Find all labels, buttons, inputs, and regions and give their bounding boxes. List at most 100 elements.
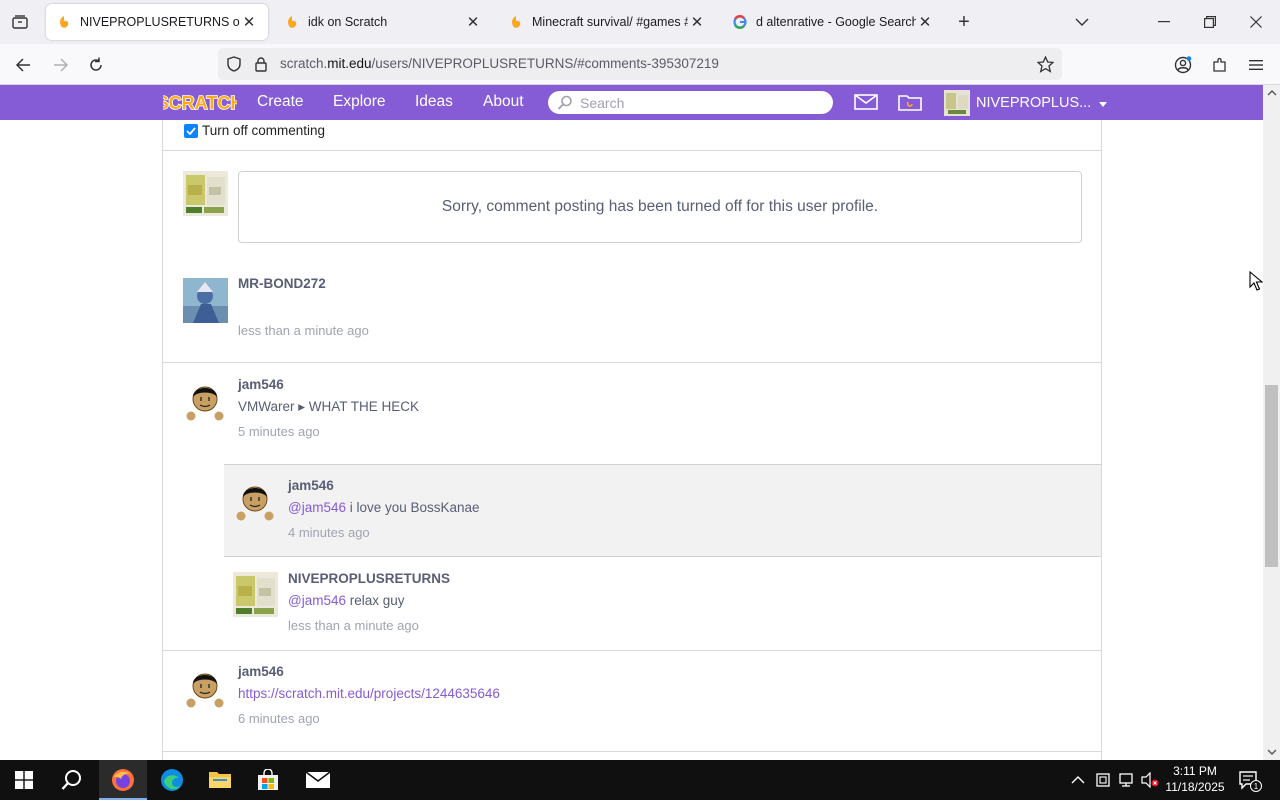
reply-text: @jam546 i love you BossKanae — [288, 500, 480, 515]
scrollbar-thumb[interactable] — [1265, 385, 1278, 567]
my-stuff-folder-icon[interactable] — [898, 92, 922, 115]
current-user-avatar[interactable] — [183, 171, 228, 216]
tab-close-icon[interactable]: ✕ — [240, 13, 258, 31]
scroll-up-arrow-icon[interactable] — [1267, 88, 1277, 98]
comment-timestamp: 5 minutes ago — [238, 424, 320, 439]
user-avatar — [944, 89, 970, 116]
extensions-puzzle-icon[interactable] — [1207, 52, 1233, 78]
search-input[interactable] — [580, 93, 820, 112]
divider — [163, 650, 1101, 651]
network-icon[interactable] — [1116, 770, 1136, 790]
new-tab-plus-icon[interactable]: + — [952, 10, 976, 34]
vertical-scrollbar[interactable] — [1263, 85, 1280, 760]
url-prefix: scratch. — [280, 56, 328, 71]
niveproplusreturns-avatar[interactable] — [233, 572, 278, 617]
checkbox-checked-icon[interactable] — [184, 123, 198, 138]
url-domain: mit.edu — [327, 56, 372, 71]
reload-icon[interactable] — [83, 52, 109, 78]
reply-timestamp: less than a minute ago — [288, 618, 419, 633]
tab-list-icon[interactable] — [6, 10, 34, 34]
url-text[interactable]: scratch.mit.edu/users/NIVEPROPLUSRETURNS… — [280, 56, 719, 71]
tab-niveproplusreturns[interactable]: NIVEPROPLUSRETURNS on Scratch ✕ — [46, 4, 268, 40]
scratch-logo[interactable]: SCRATCH — [163, 90, 237, 114]
taskbar-edge-icon[interactable] — [148, 760, 196, 800]
divider — [224, 464, 1101, 465]
comment-username[interactable]: jam546 — [238, 664, 284, 679]
url-path: /users/NIVEPROPLUSRETURNS/#comments-3953… — [371, 56, 719, 71]
windows-taskbar: 3:11 PM 11/18/2025 1 — [0, 760, 1280, 800]
taskbar-file-explorer-icon[interactable] — [196, 760, 244, 800]
scroll-down-arrow-icon[interactable] — [1267, 747, 1277, 757]
reply-body: relax guy — [345, 593, 405, 608]
bookmark-star-icon[interactable] — [1032, 51, 1058, 77]
taskbar-mail-icon[interactable] — [294, 760, 342, 800]
jam546-avatar[interactable] — [183, 378, 228, 423]
lock-icon[interactable] — [248, 51, 274, 77]
tab-close-icon[interactable]: ✕ — [464, 13, 482, 31]
nav-ideas-link[interactable]: Ideas — [415, 93, 453, 111]
comment-username[interactable]: MR-BOND272 — [238, 276, 326, 291]
notification-center-icon[interactable]: 1 — [1238, 770, 1262, 795]
comment-username[interactable]: jam546 — [238, 377, 284, 392]
reply-username[interactable]: NIVEPROPLUSRETURNS — [288, 571, 450, 586]
show-hidden-icons-chevron-icon[interactable] — [1068, 770, 1088, 790]
tray-device-icon[interactable] — [1093, 770, 1113, 790]
tab-title: idk on Scratch — [308, 15, 388, 29]
taskbar-store-icon[interactable] — [244, 760, 292, 800]
tracking-shield-icon[interactable] — [221, 51, 247, 77]
taskbar-firefox-icon[interactable] — [99, 760, 147, 800]
scratch-favicon-icon — [56, 14, 72, 30]
jam546-avatar[interactable] — [233, 478, 278, 523]
menu-hamburger-icon[interactable] — [1243, 52, 1269, 78]
jam546-avatar[interactable] — [183, 665, 228, 710]
tab-close-icon[interactable]: ✕ — [916, 13, 934, 31]
scratch-logo-text: SCRATCH — [163, 93, 237, 113]
tab-title: NIVEPROPLUSRETURNS on Scratch — [80, 15, 240, 29]
user-account-menu[interactable]: NIVEPROPLUS... — [944, 89, 1108, 116]
clock-time: 3:11 PM — [1173, 764, 1217, 778]
tab-minecraft-survival[interactable]: Minecraft survival/ #games #trending ✕ — [498, 4, 716, 40]
reply-body: i love you BossKanae — [345, 500, 480, 515]
list-all-tabs-chevron-icon[interactable] — [1070, 10, 1094, 34]
reply-username[interactable]: jam546 — [288, 478, 334, 493]
search-icon — [557, 95, 573, 113]
tab-google-search[interactable]: d altenrative - Google Search ✕ — [722, 4, 944, 40]
comment-text: https://scratch.mit.edu/projects/1244635… — [238, 686, 500, 701]
taskbar-search-icon[interactable] — [48, 760, 96, 800]
project-link[interactable]: https://scratch.mit.edu/projects/1244635… — [238, 686, 500, 701]
mention-link[interactable]: @jam546 — [288, 500, 346, 515]
mouse-cursor-icon — [1249, 271, 1263, 291]
nav-about-link[interactable]: About — [483, 93, 524, 111]
nav-create-link[interactable]: Create — [257, 93, 304, 111]
minimize-icon[interactable] — [1150, 8, 1178, 36]
tab-close-icon[interactable]: ✕ — [688, 13, 706, 31]
divider — [224, 556, 1101, 557]
username-label: NIVEPROPLUS... — [976, 94, 1092, 111]
taskbar-clock[interactable]: 3:11 PM 11/18/2025 — [1158, 763, 1232, 795]
turn-off-commenting-checkbox[interactable]: Turn off commenting — [184, 123, 325, 138]
mr-bond272-avatar[interactable] — [183, 278, 228, 323]
start-windows-icon[interactable] — [0, 760, 48, 800]
google-favicon-icon — [732, 14, 748, 30]
comment-timestamp: less than a minute ago — [238, 323, 369, 338]
caret-down-icon — [1099, 95, 1108, 111]
reply-timestamp: 4 minutes ago — [288, 525, 370, 540]
volume-muted-icon[interactable] — [1140, 770, 1160, 790]
tab-title: d altenrative - Google Search — [756, 15, 916, 29]
back-arrow-icon[interactable] — [10, 52, 36, 78]
forward-arrow-icon[interactable] — [48, 52, 74, 78]
comments-panel: Turn off commenting Sorry, comment posti… — [162, 120, 1102, 760]
account-icon[interactable] — [1170, 52, 1196, 78]
restore-icon[interactable] — [1196, 8, 1224, 36]
clock-date: 11/18/2025 — [1165, 780, 1225, 794]
close-window-icon[interactable] — [1242, 8, 1270, 36]
address-bar[interactable]: scratch.mit.edu/users/NIVEPROPLUSRETURNS… — [218, 48, 1062, 80]
messages-envelope-icon[interactable] — [854, 92, 878, 115]
nav-explore-link[interactable]: Explore — [333, 93, 386, 111]
turn-off-commenting-label: Turn off commenting — [202, 123, 326, 138]
tab-idk-on-scratch[interactable]: idk on Scratch ✕ — [274, 4, 492, 40]
scratch-favicon-icon — [284, 14, 300, 30]
mention-link[interactable]: @jam546 — [288, 593, 346, 608]
comment-text: VMWarer ▸ WHAT THE HECK — [238, 399, 420, 414]
page-content: Turn off commenting Sorry, comment posti… — [0, 120, 1263, 760]
